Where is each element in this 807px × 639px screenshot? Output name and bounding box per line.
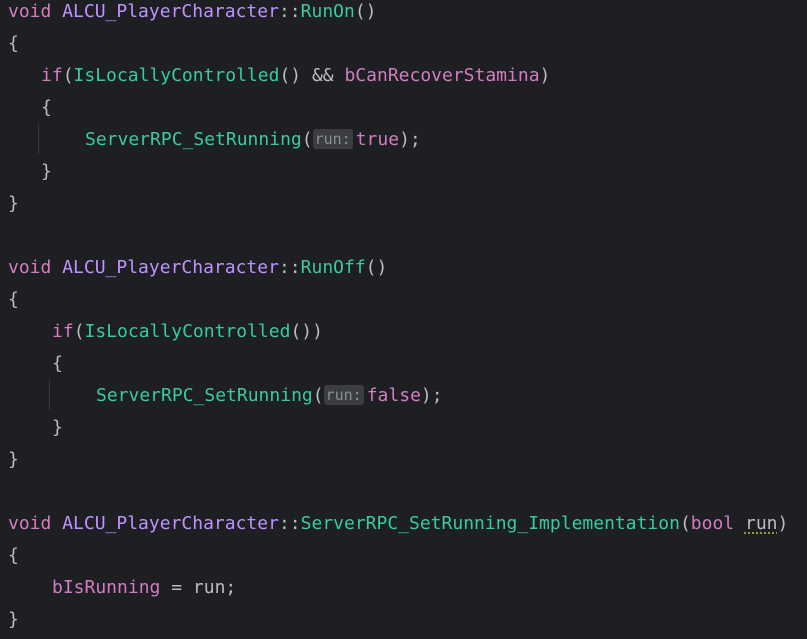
statement-end: ; — [225, 577, 237, 598]
call-name: IsLocallyControlled — [73, 65, 280, 86]
class-name: ALCU_PlayerCharacter — [62, 513, 279, 534]
param-type: bool — [690, 513, 735, 534]
indent-guide — [49, 380, 50, 410]
call-name: IsLocallyControlled — [84, 321, 291, 342]
paren-close: ) — [777, 513, 789, 534]
parens: () — [354, 1, 377, 22]
scope-operator: :: — [278, 257, 301, 278]
code-line: { — [8, 544, 19, 576]
keyword-void: void — [8, 257, 52, 278]
bool-literal: true — [355, 129, 400, 150]
code-line: { — [8, 288, 19, 320]
brace-open: { — [8, 545, 19, 566]
code-line: void ALCU_PlayerCharacter::RunOn() — [8, 0, 377, 32]
code-line: { — [52, 352, 63, 384]
paren-close: ) — [539, 65, 551, 86]
parameter-hint: run: — [312, 129, 353, 149]
member-variable: bCanRecoverStamina — [344, 65, 540, 86]
brace-close: } — [41, 161, 52, 182]
code-line: if(IsLocallyControlled()) — [52, 320, 323, 352]
code-line: void ALCU_PlayerCharacter::RunOff() — [8, 256, 387, 288]
function-name: ServerRPC_SetRunning_Implementation — [300, 513, 680, 534]
operator: () && — [279, 65, 345, 86]
member-variable: bIsRunning — [52, 577, 161, 598]
code-line: ServerRPC_SetRunning(run: false); — [96, 384, 443, 416]
code-line: } — [8, 448, 19, 480]
code-line: } — [41, 160, 52, 192]
paren: ( — [679, 513, 691, 534]
function-name: RunOff — [300, 257, 366, 278]
brace-open: { — [8, 33, 19, 54]
brace-close: } — [8, 609, 19, 630]
code-line: { — [8, 32, 19, 64]
paren: ( — [62, 65, 74, 86]
paren: ( — [312, 385, 324, 406]
brace-close: } — [8, 449, 19, 470]
keyword-if: if — [41, 65, 63, 86]
class-name: ALCU_PlayerCharacter — [62, 257, 279, 278]
scope-operator: :: — [278, 1, 301, 22]
code-line: void ALCU_PlayerCharacter::ServerRPC_Set… — [8, 512, 788, 544]
statement-end: ); — [420, 385, 443, 406]
call-name: ServerRPC_SetRunning — [96, 385, 313, 406]
paren: ( — [301, 129, 313, 150]
paren-close: ()) — [290, 321, 323, 342]
statement-end: ); — [399, 129, 421, 150]
variable: run — [192, 577, 226, 598]
keyword-if: if — [52, 321, 74, 342]
brace-open: { — [52, 353, 63, 374]
param-name: run — [744, 513, 778, 534]
indent-guide — [38, 124, 39, 154]
parameter-hint: run: — [323, 385, 364, 405]
code-line: bIsRunning = run; — [52, 576, 236, 608]
keyword-void: void — [8, 513, 52, 534]
call-name: ServerRPC_SetRunning — [85, 129, 302, 150]
code-line: } — [8, 192, 19, 224]
code-line: if(IsLocallyControlled() && bCanRecoverS… — [41, 64, 550, 96]
brace-close: } — [8, 193, 19, 214]
function-name: RunOn — [300, 1, 355, 22]
parens: () — [365, 257, 388, 278]
code-editor[interactable]: void ALCU_PlayerCharacter::RunOn() { if(… — [0, 0, 807, 639]
brace-open: { — [41, 97, 52, 118]
assign-operator: = — [160, 577, 193, 598]
brace-close: } — [52, 417, 63, 438]
code-line: ServerRPC_SetRunning(run: true); — [85, 128, 421, 160]
paren: ( — [73, 321, 85, 342]
code-line: } — [52, 416, 63, 448]
scope-operator: :: — [278, 513, 301, 534]
brace-open: { — [8, 289, 19, 310]
keyword-void: void — [8, 1, 52, 22]
bool-literal: false — [366, 385, 421, 406]
code-line: } — [8, 608, 19, 639]
class-name: ALCU_PlayerCharacter — [62, 1, 279, 22]
code-line: { — [41, 96, 52, 128]
